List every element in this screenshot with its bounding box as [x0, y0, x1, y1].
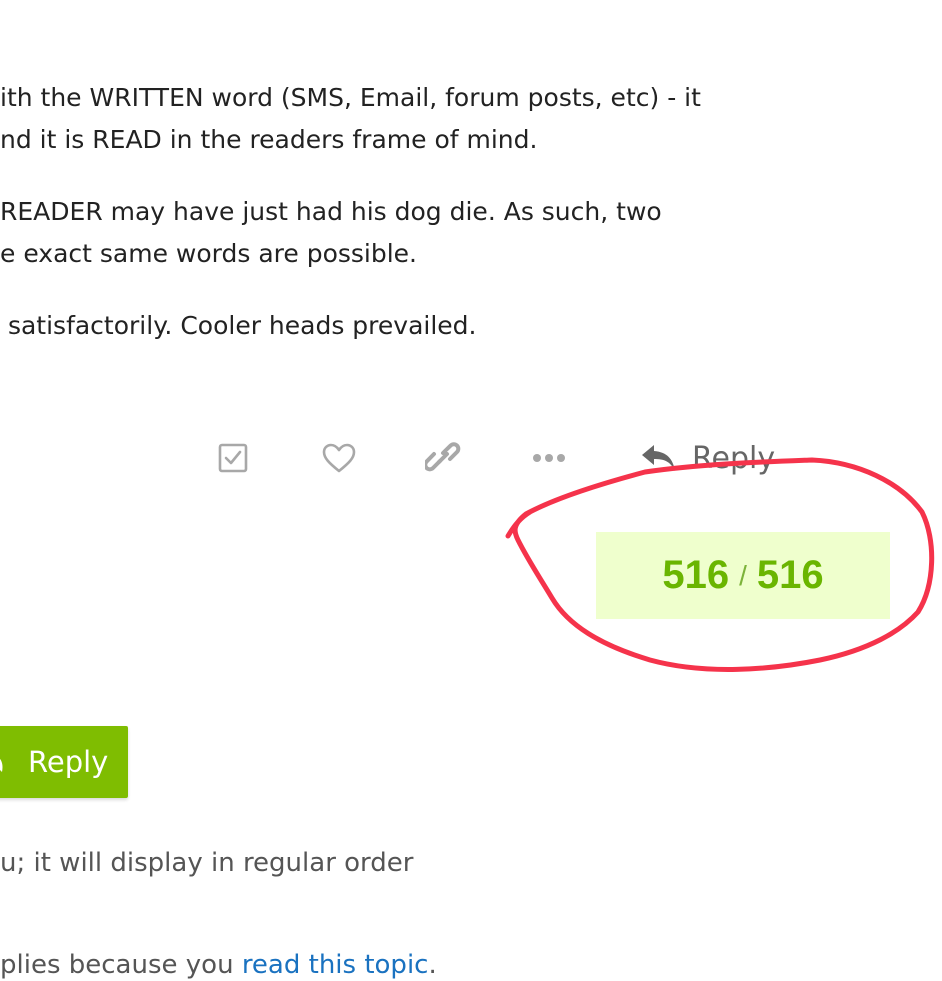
paragraph-line: satisfactorily. Cooler heads prevailed. — [0, 311, 477, 340]
reply-button-label: Reply — [28, 745, 109, 779]
heart-icon — [322, 443, 356, 473]
notification-prefix: plies because you — [0, 950, 242, 980]
order-note: u; it will display in regular order — [0, 848, 414, 878]
post-paragraph: ith the WRITTEN word (SMS, Email, forum … — [0, 77, 701, 161]
reply-arrow-icon — [642, 445, 675, 471]
post-paragraph: READER may have just had his dog die. As… — [0, 191, 662, 275]
post-reply-label: Reply — [692, 440, 776, 476]
progress-current: 516 — [662, 553, 730, 597]
progress-total: 516 — [756, 553, 824, 597]
notification-suffix: . — [428, 950, 437, 980]
bookmark-button[interactable] — [210, 436, 256, 480]
check-square-icon — [218, 443, 248, 473]
post-paragraph: satisfactorily. Cooler heads prevailed. — [0, 305, 477, 347]
link-icon — [425, 442, 461, 472]
like-button[interactable] — [316, 436, 362, 480]
more-options-button[interactable] — [526, 436, 572, 480]
reply-arrow-icon — [0, 758, 3, 772]
topic-reply-button[interactable]: Reply — [0, 726, 128, 798]
paragraph-line: ith the WRITTEN word (SMS, Email, forum … — [0, 83, 701, 112]
post-reply-button[interactable]: Reply — [640, 436, 800, 480]
notification-reason: plies because you read this topic. — [0, 945, 437, 981]
paragraph-line: READER may have just had his dog die. As… — [0, 197, 662, 226]
paragraph-line: e exact same words are possible. — [0, 239, 418, 268]
share-link-button[interactable] — [420, 436, 466, 480]
topic-progress-indicator[interactable]: 516 / 516 — [596, 532, 890, 619]
progress-separator: / — [739, 559, 747, 591]
ellipsis-icon — [533, 454, 565, 462]
read-topic-link[interactable]: read this topic — [242, 950, 429, 980]
paragraph-line: nd it is READ in the readers frame of mi… — [0, 125, 538, 154]
post-actions: Reply — [0, 436, 942, 480]
